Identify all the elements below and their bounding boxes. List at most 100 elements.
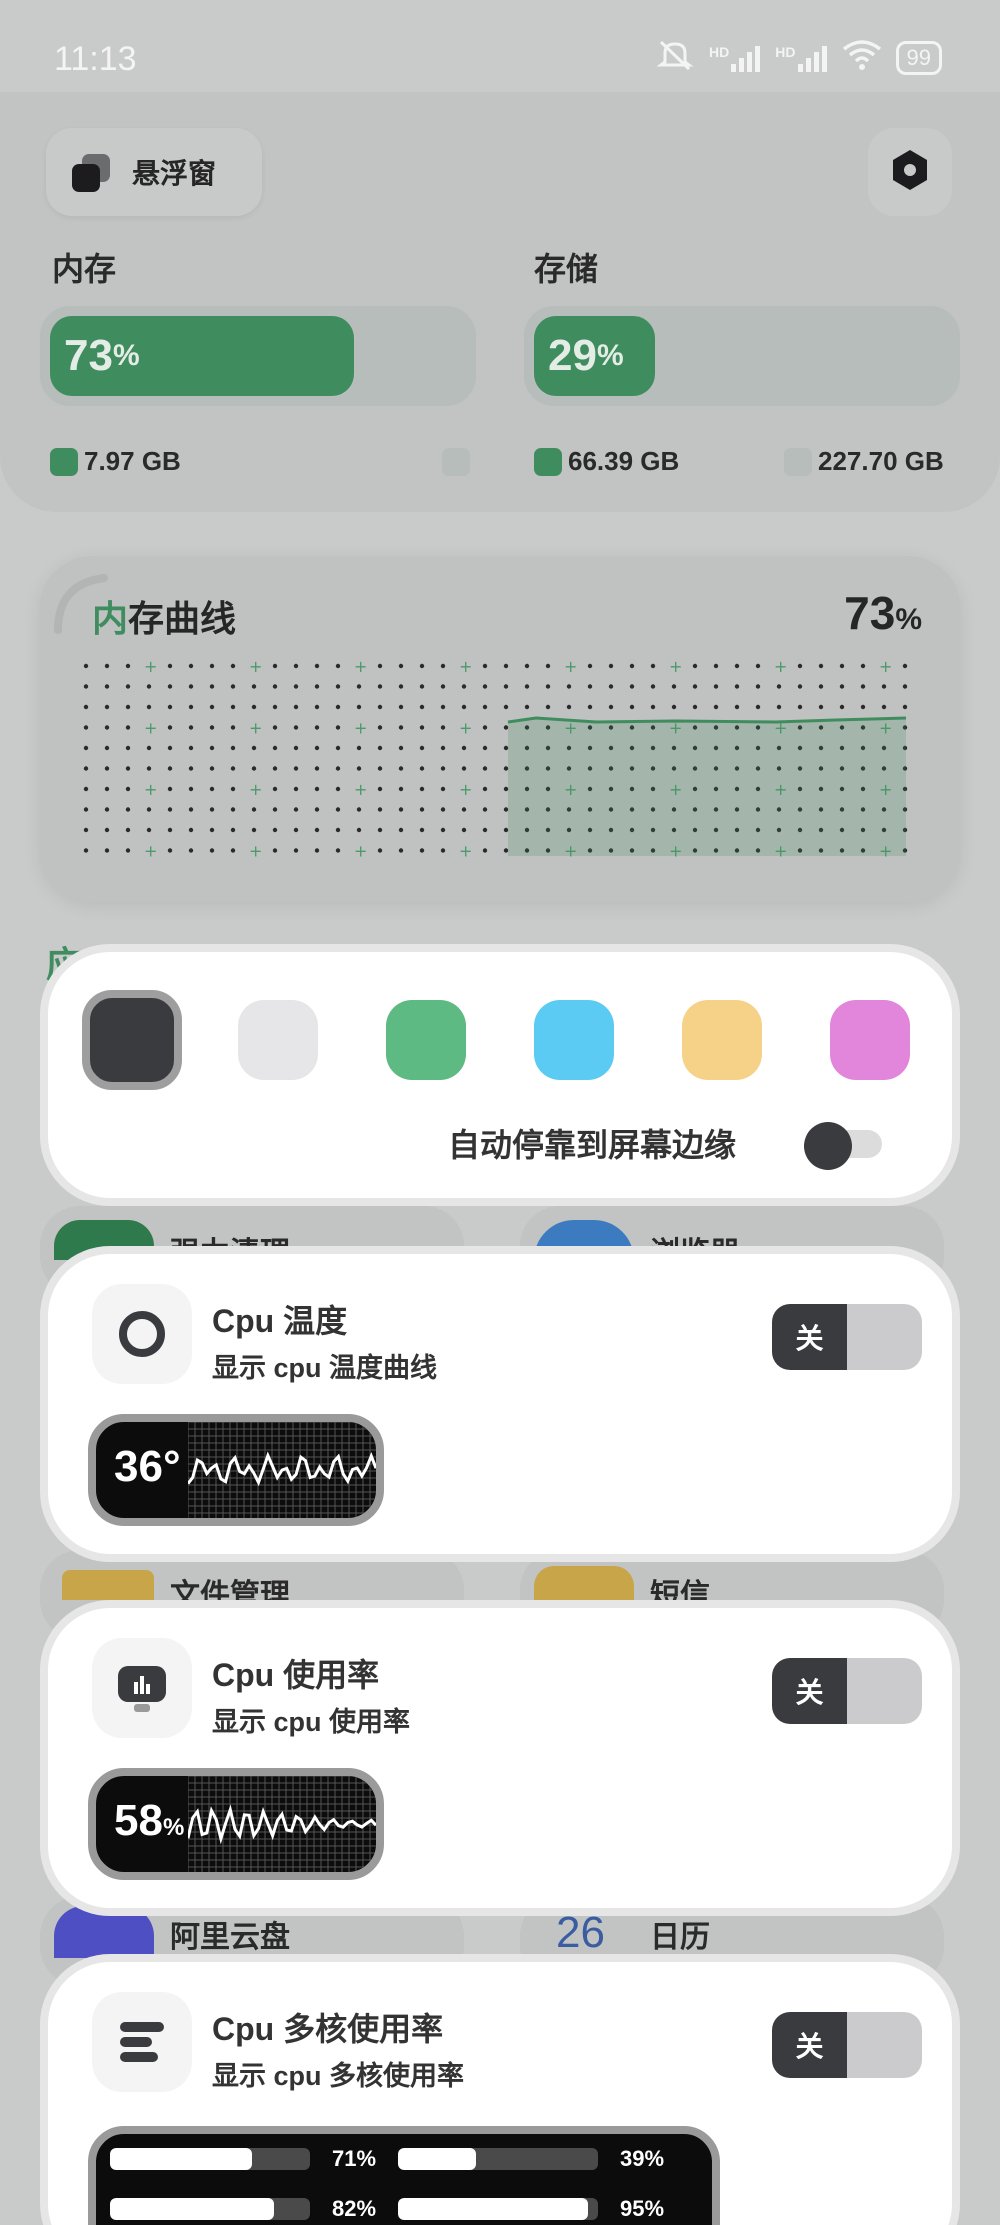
memory-curve-title: 内存曲线 bbox=[92, 590, 236, 642]
color-swatch-blue[interactable] bbox=[534, 1000, 614, 1080]
wifi-icon bbox=[842, 39, 882, 76]
app-label-calendar: 日历 bbox=[650, 1921, 710, 1954]
float-window-button[interactable]: 悬浮窗 bbox=[46, 128, 262, 216]
cpu-multi-title: Cpu 多核使用率 bbox=[212, 2011, 444, 2047]
svg-text:+: + bbox=[774, 657, 787, 676]
cpu-temp-title: Cpu 温度 bbox=[212, 1303, 348, 1339]
cpu-multicore-card: Cpu 多核使用率 显示 cpu 多核使用率 关 71% 39% 82% 95% bbox=[40, 1954, 960, 2225]
toggle-label: 关 bbox=[772, 1658, 847, 1724]
svg-text:+: + bbox=[354, 780, 367, 799]
memory-curve-graph: + + + + + + + ++ + + + + + + ++ + + + + + + ++ + + + + + + + bbox=[83, 657, 908, 861]
core-bar-4 bbox=[398, 2198, 598, 2220]
svg-text:+: + bbox=[459, 780, 472, 799]
used-swatch bbox=[534, 447, 562, 476]
memory-used: 7.97 GB bbox=[84, 446, 181, 476]
svg-text:+: + bbox=[249, 780, 262, 799]
battery-indicator: 99 bbox=[895, 40, 942, 75]
memory-curve-value: 73% bbox=[844, 586, 922, 640]
status-icons: HD HD 99 bbox=[655, 38, 942, 77]
storage-total-legend: 227.70 GB bbox=[784, 446, 944, 477]
curve-title-rest: 存曲线 bbox=[128, 598, 237, 639]
core-value-4: 95% bbox=[620, 2196, 665, 2221]
svg-text:+: + bbox=[669, 657, 682, 676]
core-bar-3 bbox=[110, 2198, 310, 2220]
svg-text:+: + bbox=[354, 719, 367, 738]
cpu-temp-preview-value: 36° bbox=[114, 1442, 181, 1491]
core-bar-fill-3 bbox=[110, 2198, 274, 2220]
used-swatch bbox=[50, 447, 78, 476]
core-bar-2 bbox=[398, 2148, 598, 2170]
float-window-icon bbox=[68, 150, 112, 194]
message-icon bbox=[534, 1566, 634, 1602]
signal-icon-2: HD bbox=[775, 44, 827, 72]
core-bar-fill-1 bbox=[110, 2148, 252, 2170]
cpu-temp-toggle[interactable]: 关 bbox=[772, 1304, 922, 1370]
svg-text:+: + bbox=[459, 842, 472, 861]
auto-dock-toggle[interactable] bbox=[804, 1122, 884, 1170]
storage-unit: % bbox=[596, 339, 624, 372]
cpu-usage-title: Cpu 使用率 bbox=[212, 1657, 380, 1693]
folder-icon bbox=[62, 1570, 154, 1600]
toggle-label: 关 bbox=[772, 1304, 847, 1370]
memory-bar: 73% bbox=[40, 306, 476, 406]
memory-free-swatch bbox=[442, 448, 470, 476]
status-time: 11:13 bbox=[54, 40, 137, 78]
svg-text:+: + bbox=[144, 657, 157, 676]
storage-percent: 29 bbox=[548, 331, 597, 380]
core-value-3: 82% bbox=[332, 2196, 377, 2221]
storage-total: 227.70 GB bbox=[818, 446, 944, 476]
total-swatch bbox=[784, 447, 812, 476]
svg-text:+: + bbox=[249, 719, 262, 738]
cpu-multi-toggle[interactable]: 关 bbox=[772, 2012, 922, 2078]
svg-text:+: + bbox=[249, 657, 262, 676]
color-swatch-white[interactable] bbox=[238, 1000, 318, 1080]
signal-icon-1: HD bbox=[709, 44, 761, 72]
settings-button[interactable] bbox=[868, 128, 952, 216]
stacked-bars-icon bbox=[92, 1992, 192, 2092]
hexagon-settings-icon bbox=[887, 147, 933, 198]
storage-bar-fill: 29% bbox=[534, 316, 655, 396]
storage-title: 存储 bbox=[534, 251, 599, 287]
cpu-usage-preview: 58% bbox=[88, 1768, 384, 1880]
cpu-usage-toggle[interactable]: 关 bbox=[772, 1658, 922, 1724]
svg-text:+: + bbox=[249, 842, 262, 861]
core-value-1: 71% bbox=[332, 2146, 377, 2171]
cpu-usage-subtitle: 显示 cpu 使用率 bbox=[212, 1707, 411, 1737]
auto-dock-label: 自动停靠到屏幕边缘 bbox=[448, 1127, 737, 1163]
curve-title-accent: 内 bbox=[92, 598, 129, 639]
cpu-temp-card: Cpu 温度 显示 cpu 温度曲线 关 36° bbox=[40, 1246, 960, 1562]
svg-text:+: + bbox=[459, 657, 472, 676]
svg-text:+: + bbox=[564, 657, 577, 676]
svg-text:+: + bbox=[144, 719, 157, 738]
toggle-label: 关 bbox=[772, 2012, 847, 2078]
core-value-2: 39% bbox=[620, 2146, 665, 2171]
core-bar-fill-2 bbox=[398, 2148, 476, 2170]
color-picker-panel: 自动停靠到屏幕边缘 bbox=[40, 944, 960, 1206]
core-bar-fill-4 bbox=[398, 2198, 588, 2220]
storage-used-legend: 66.39 GB bbox=[534, 446, 679, 477]
svg-text:+: + bbox=[144, 842, 157, 861]
color-swatch-yellow[interactable] bbox=[682, 1000, 762, 1080]
svg-text:+: + bbox=[459, 719, 472, 738]
core-bar-1 bbox=[110, 2148, 310, 2170]
color-swatch-pink[interactable] bbox=[830, 1000, 910, 1080]
app-label-aliyun: 阿里云盘 bbox=[170, 1921, 290, 1954]
color-swatch-green[interactable] bbox=[386, 1000, 466, 1080]
float-window-label: 悬浮窗 bbox=[132, 158, 217, 189]
cpu-temp-preview: 36° bbox=[88, 1414, 384, 1526]
ring-icon bbox=[92, 1284, 192, 1384]
svg-text:+: + bbox=[879, 657, 892, 676]
memory-used-legend: 7.97 GB bbox=[50, 446, 181, 477]
storage-used: 66.39 GB bbox=[568, 446, 680, 476]
usage-sparkline bbox=[188, 1776, 376, 1872]
cpu-multi-subtitle: 显示 cpu 多核使用率 bbox=[212, 2061, 465, 2091]
cpu-usage-card: Cpu 使用率 显示 cpu 使用率 关 58% bbox=[40, 1600, 960, 1916]
memory-title: 内存 bbox=[52, 251, 117, 287]
temp-sparkline bbox=[188, 1422, 376, 1518]
cpu-temp-subtitle: 显示 cpu 温度曲线 bbox=[212, 1353, 438, 1383]
mute-icon bbox=[655, 38, 695, 77]
color-swatch-dark[interactable] bbox=[82, 990, 182, 1090]
cpu-usage-preview-value: 58% bbox=[114, 1796, 185, 1845]
svg-text:+: + bbox=[144, 780, 157, 799]
monitor-chart-icon bbox=[92, 1638, 192, 1738]
